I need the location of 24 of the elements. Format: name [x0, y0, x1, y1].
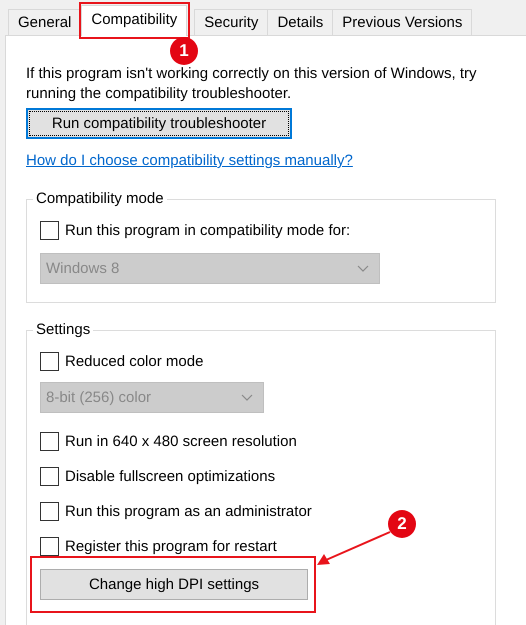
troubleshooter-button[interactable]: Run compatibility troubleshooter — [26, 108, 292, 139]
checkbox[interactable] — [40, 432, 59, 450]
help-link[interactable]: How do I choose compatibility settings manually? — [26, 151, 353, 171]
checkbox[interactable] — [40, 220, 59, 240]
checkbox[interactable] — [40, 466, 59, 486]
checkbox[interactable] — [40, 536, 59, 556]
chevron-down-icon — [357, 264, 369, 272]
tab[interactable]: Compatibility — [81, 5, 188, 36]
checkbox-label: Register this program for restart — [65, 538, 277, 554]
checkbox-label: Run in 640 x 480 screen resolution — [65, 432, 297, 450]
checkbox-label: Run this program in compatibility mode for: — [65, 222, 350, 238]
checkbox[interactable] — [40, 352, 59, 370]
group-title: Settings — [33, 320, 94, 340]
checkbox-label: Run this program as an administrator — [65, 502, 312, 520]
description-text: If this program isn't working correctly on this version of Windows, try running the compatibility troubleshooter. — [26, 64, 478, 104]
checkbox-label: Disable fullscreen optimizations — [65, 468, 276, 484]
tab[interactable]: General — [8, 9, 82, 35]
dpi-settings-button[interactable]: Change high DPI settings — [40, 569, 308, 600]
tab[interactable]: Previous Versions — [332, 9, 472, 35]
checkbox-label: Reduced color mode — [65, 352, 204, 370]
tab[interactable]: Security — [194, 9, 268, 35]
checkbox[interactable] — [40, 502, 59, 520]
chevron-down-icon — [241, 394, 253, 402]
group-title: Compatibility mode — [33, 189, 167, 209]
